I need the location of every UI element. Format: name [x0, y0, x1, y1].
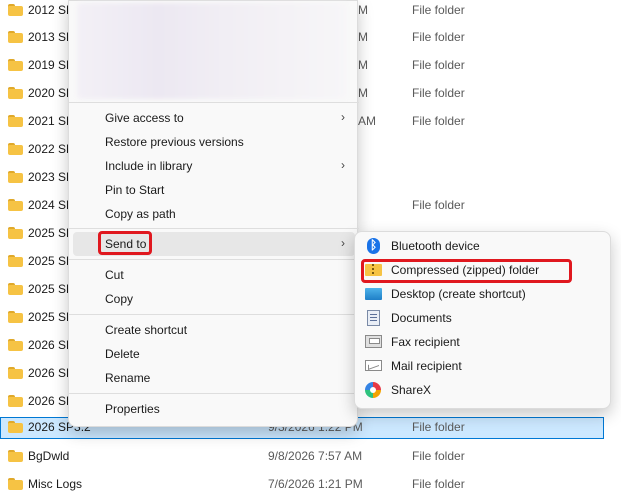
menu-item-give-access[interactable]: Give access to › — [73, 106, 355, 130]
folder-icon — [8, 115, 23, 127]
folder-icon — [8, 478, 23, 490]
chevron-right-icon: › — [341, 236, 345, 250]
file-date: 9/8/2026 7:57 AM — [268, 449, 363, 463]
folder-icon — [8, 255, 23, 267]
file-row[interactable]: Misc Logs 7/6/2026 1:21 PM File folder — [0, 474, 604, 496]
submenu-item-sharex[interactable]: ShareX — [359, 378, 608, 402]
folder-icon — [8, 87, 23, 99]
menu-item-label: Copy as path — [105, 207, 176, 221]
send-to-highlight — [98, 231, 152, 255]
fax-icon — [365, 335, 382, 348]
menu-separator — [69, 228, 359, 229]
file-date: M — [358, 58, 368, 72]
menu-separator — [69, 314, 359, 315]
context-menu: Give access to › Restore previous versio… — [68, 0, 359, 427]
mail-icon — [365, 360, 382, 371]
file-type: File folder — [412, 86, 465, 100]
menu-item-cut[interactable]: Cut — [73, 263, 355, 287]
submenu-item-label: Mail recipient — [391, 359, 462, 373]
bluetooth-icon — [367, 238, 380, 254]
send-to-submenu: Bluetooth device Compressed (zipped) fol… — [354, 231, 611, 409]
menu-item-copy-as-path[interactable]: Copy as path — [73, 202, 355, 226]
file-type: File folder — [412, 30, 465, 44]
file-date: M — [358, 86, 368, 100]
menu-item-restore-previous-versions[interactable]: Restore previous versions — [73, 130, 355, 154]
menu-item-copy[interactable]: Copy — [73, 287, 355, 311]
folder-icon — [8, 4, 23, 16]
menu-item-label: Delete — [105, 347, 140, 361]
folder-icon — [8, 367, 23, 379]
folder-icon — [8, 171, 23, 183]
menu-item-label: Create shortcut — [105, 323, 188, 337]
submenu-item-label: Fax recipient — [391, 335, 460, 349]
menu-item-label: Pin to Start — [105, 183, 165, 197]
desktop-icon — [365, 288, 382, 300]
submenu-item-documents[interactable]: Documents — [359, 306, 608, 330]
folder-icon — [8, 339, 23, 351]
folder-icon — [8, 395, 23, 407]
file-type: File folder — [412, 449, 465, 463]
menu-item-pin-to-start[interactable]: Pin to Start — [73, 178, 355, 202]
chevron-right-icon: › — [341, 158, 345, 172]
file-type: File folder — [412, 114, 465, 128]
folder-icon — [8, 283, 23, 295]
menu-item-label: Give access to — [105, 111, 184, 125]
file-name: BgDwld — [28, 449, 70, 463]
blurred-menu-region — [77, 3, 347, 99]
menu-separator — [69, 393, 359, 394]
folder-icon — [8, 450, 23, 462]
submenu-item-desktop-create-shortcut[interactable]: Desktop (create shortcut) — [359, 282, 608, 306]
menu-item-create-shortcut[interactable]: Create shortcut — [73, 318, 355, 342]
submenu-item-label: Bluetooth device — [391, 239, 480, 253]
file-type: File folder — [412, 477, 465, 491]
submenu-item-mail-recipient[interactable]: Mail recipient — [359, 354, 608, 378]
menu-item-label: Rename — [105, 371, 151, 385]
submenu-item-label: Desktop (create shortcut) — [391, 287, 526, 301]
menu-item-label: Properties — [105, 402, 160, 416]
menu-item-rename[interactable]: Rename — [73, 366, 355, 390]
menu-item-label: Restore previous versions — [105, 135, 244, 149]
folder-icon — [8, 421, 23, 433]
file-type: File folder — [412, 420, 465, 434]
submenu-item-label: ShareX — [391, 383, 432, 397]
menu-item-label: Include in library — [105, 159, 193, 173]
file-type: File folder — [412, 198, 465, 212]
submenu-item-label: Documents — [391, 311, 452, 325]
submenu-item-fax-recipient[interactable]: Fax recipient — [359, 330, 608, 354]
folder-icon — [8, 199, 23, 211]
menu-item-label: Copy — [105, 292, 134, 306]
menu-item-label: Cut — [105, 268, 124, 282]
submenu-item-bluetooth-device[interactable]: Bluetooth device — [359, 234, 608, 258]
file-date: M — [358, 30, 368, 44]
sharex-icon — [365, 382, 381, 398]
menu-separator — [69, 102, 359, 103]
documents-icon — [367, 310, 380, 326]
menu-item-include-in-library[interactable]: Include in library › — [73, 154, 355, 178]
file-date: AM — [358, 114, 376, 128]
folder-icon — [8, 143, 23, 155]
menu-item-properties[interactable]: Properties — [73, 397, 355, 421]
file-name: Misc Logs — [28, 477, 83, 491]
menu-item-delete[interactable]: Delete — [73, 342, 355, 366]
folder-icon — [8, 311, 23, 323]
folder-icon — [8, 31, 23, 43]
folder-icon — [8, 59, 23, 71]
folder-icon — [8, 227, 23, 239]
file-type: File folder — [412, 58, 465, 72]
file-row[interactable]: BgDwld 9/8/2026 7:57 AM File folder — [0, 446, 604, 468]
menu-separator — [69, 259, 359, 260]
file-date: 7/6/2026 1:21 PM — [268, 477, 363, 491]
chevron-right-icon: › — [341, 110, 345, 124]
file-type: File folder — [412, 3, 465, 17]
compressed-folder-highlight — [361, 259, 572, 283]
file-date: M — [358, 3, 368, 17]
